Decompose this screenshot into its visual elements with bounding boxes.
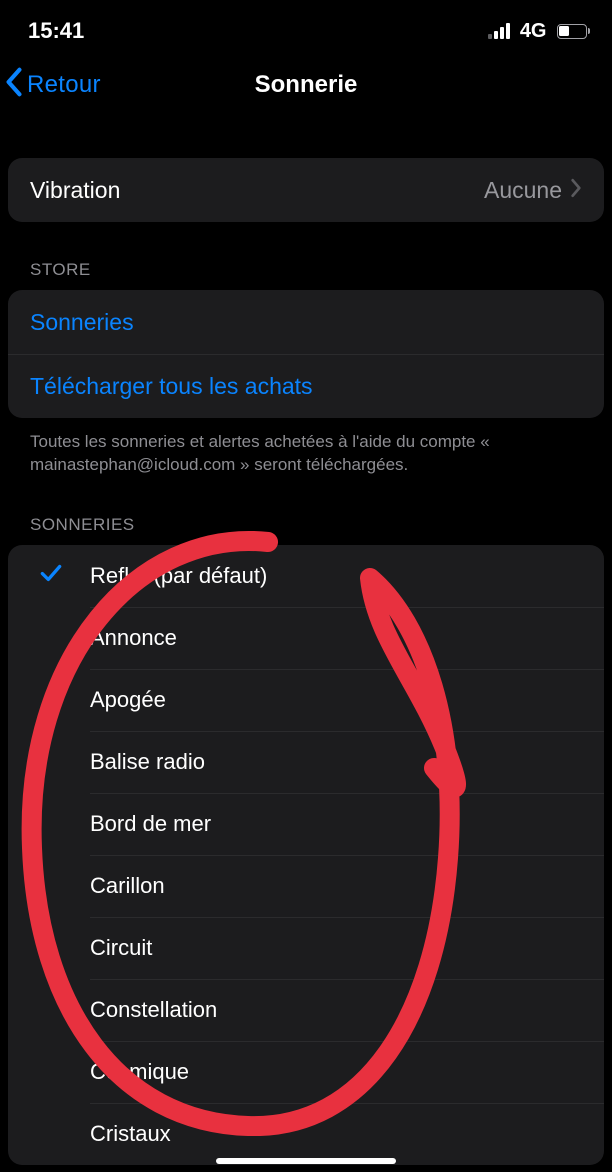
ringtone-label: Cristaux (90, 1121, 171, 1147)
ringtone-label: Annonce (90, 625, 177, 651)
vibration-group: Vibration Aucune (8, 158, 604, 222)
ringtone-label: Cosmique (90, 1059, 189, 1085)
back-button[interactable]: Retour (4, 67, 101, 104)
store-download-label: Télécharger tous les achats (30, 373, 313, 400)
ringtone-row[interactable]: Apogée (8, 669, 604, 731)
store-header: STORE (8, 222, 604, 290)
ringtone-row[interactable]: Carillon (8, 855, 604, 917)
battery-icon (557, 24, 591, 39)
ringtone-label: Bord de mer (90, 811, 211, 837)
ringtones-header: SONNERIES (8, 477, 604, 545)
back-label: Retour (27, 71, 101, 99)
ringtone-label: Reflet (par défaut) (90, 563, 267, 589)
ringtone-row[interactable]: Annonce (8, 607, 604, 669)
store-footer: Toutes les sonneries et alertes achetées… (8, 418, 604, 477)
ringtone-row[interactable]: Circuit (8, 917, 604, 979)
network-label: 4G (520, 20, 547, 43)
status-time: 15:41 (28, 18, 84, 44)
status-bar: 15:41 4G (0, 0, 612, 56)
ringtone-row[interactable]: Cosmique (8, 1041, 604, 1103)
checkmark-icon (38, 560, 64, 592)
vibration-value: Aucune (484, 177, 562, 204)
ringtone-row[interactable]: Bord de mer (8, 793, 604, 855)
ringtone-label: Apogée (90, 687, 166, 713)
nav-bar: Retour Sonnerie (0, 56, 612, 114)
vibration-label: Vibration (30, 177, 120, 204)
cellular-signal-icon (488, 23, 510, 39)
status-right: 4G (488, 20, 590, 43)
ringtone-row[interactable]: Constellation (8, 979, 604, 1041)
page-title: Sonnerie (255, 71, 358, 99)
ringtone-row[interactable]: Cristaux (8, 1103, 604, 1165)
vibration-row[interactable]: Vibration Aucune (8, 158, 604, 222)
ringtone-label: Carillon (90, 873, 165, 899)
ringtone-label: Balise radio (90, 749, 205, 775)
ringtones-group: Reflet (par défaut) Annonce Apogée Balise r… (8, 545, 604, 1165)
chevron-right-icon (570, 177, 582, 204)
store-ringtones-label: Sonneries (30, 309, 134, 336)
ringtone-row[interactable]: Balise radio (8, 731, 604, 793)
ringtone-label: Circuit (90, 935, 152, 961)
ringtone-row[interactable]: Reflet (par défaut) (8, 545, 604, 607)
store-group: Sonneries Télécharger tous les achats (8, 290, 604, 418)
chevron-left-icon (4, 67, 24, 104)
home-indicator (216, 1158, 396, 1164)
store-ringtones-row[interactable]: Sonneries (8, 290, 604, 354)
store-download-row[interactable]: Télécharger tous les achats (8, 354, 604, 418)
ringtone-label: Constellation (90, 997, 217, 1023)
